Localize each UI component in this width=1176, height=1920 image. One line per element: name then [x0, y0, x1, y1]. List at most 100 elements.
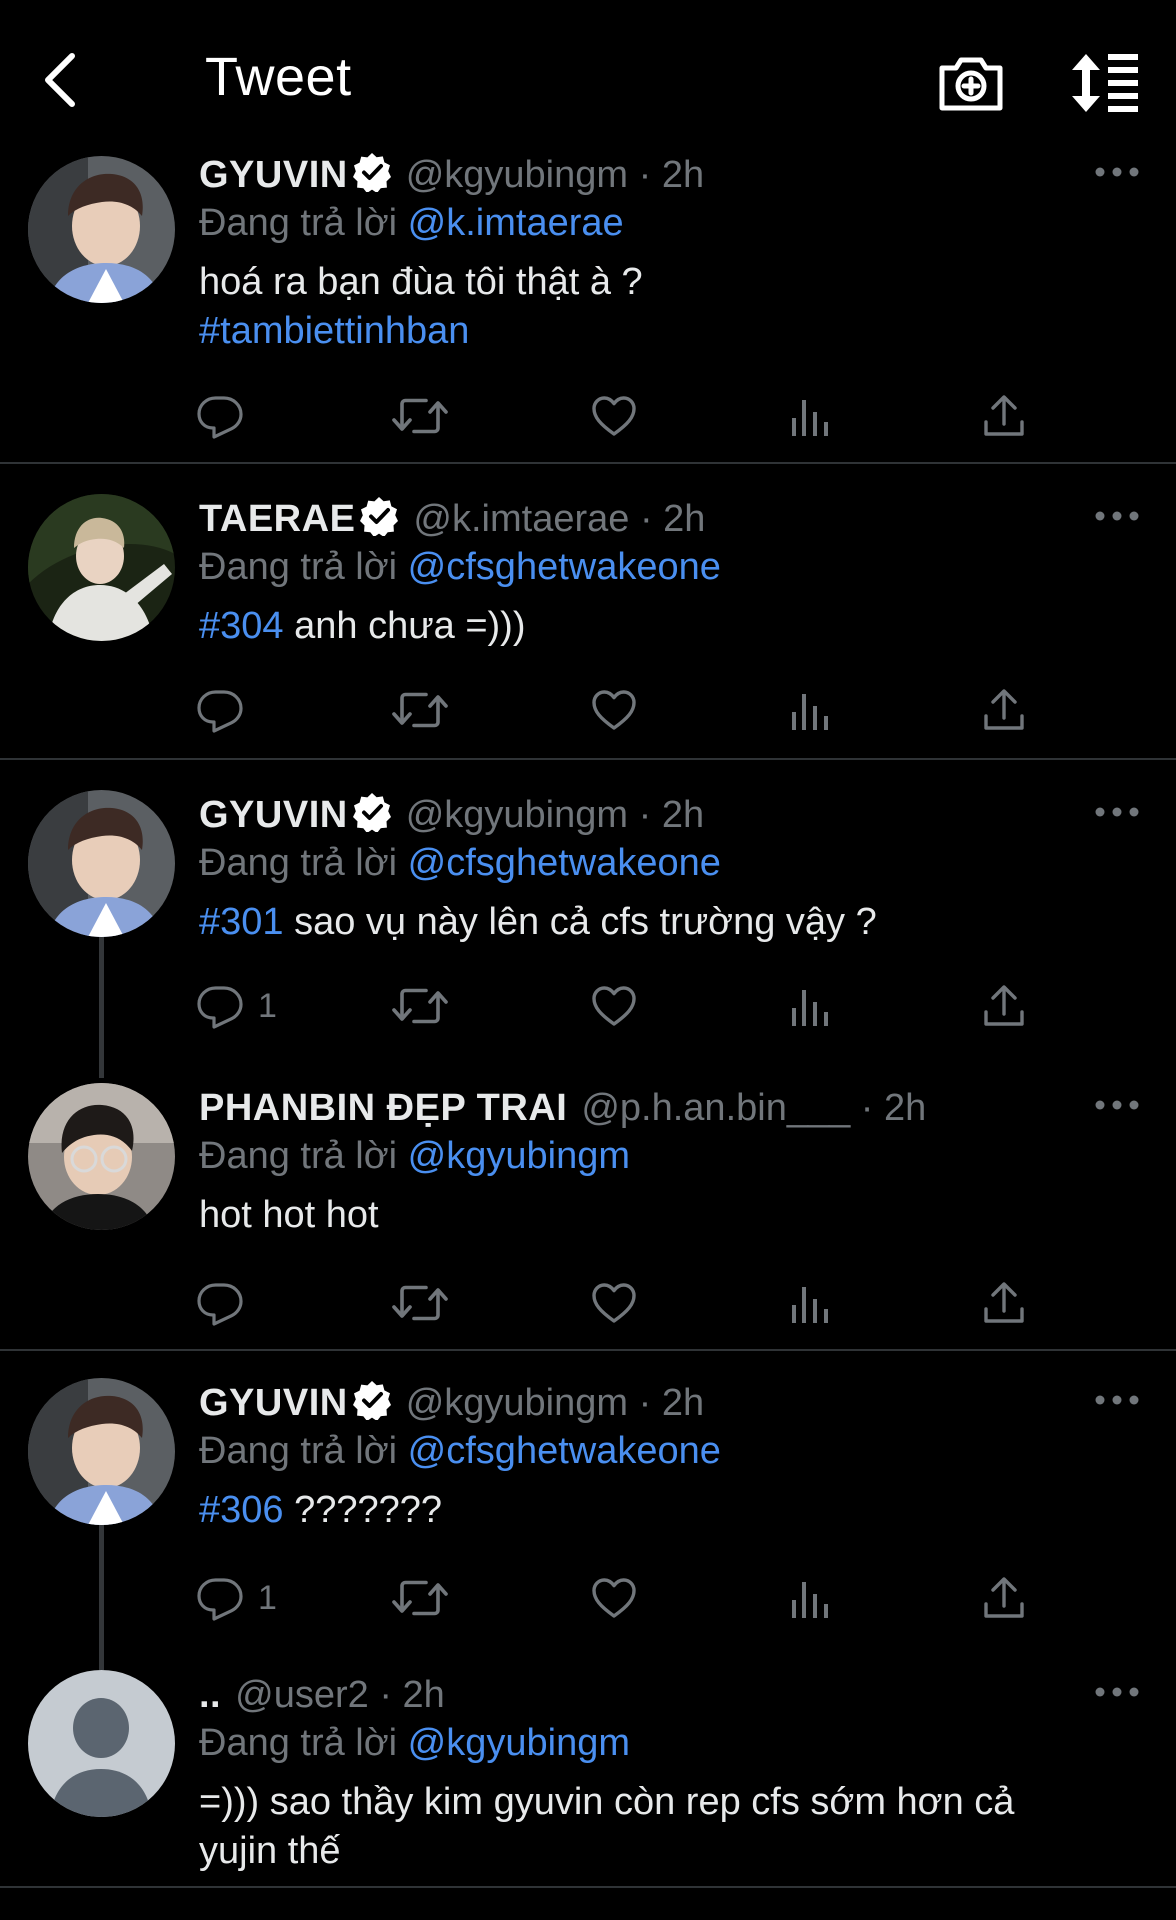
share-button[interactable]: [980, 388, 1028, 444]
display-name[interactable]: GYUVIN: [199, 154, 348, 196]
retweet-button[interactable]: [392, 1275, 448, 1331]
default-avatar[interactable]: [28, 1670, 175, 1817]
display-name[interactable]: GYUVIN: [199, 794, 348, 836]
hashtag-link[interactable]: #306: [199, 1489, 284, 1531]
camera-button[interactable]: [936, 48, 1006, 118]
reply-icon: [196, 1279, 244, 1327]
tweet[interactable]: PHANBIN ĐẸP TRAI @p.h.an.bin___ · 2h Đang…: [0, 1083, 1176, 1349]
reply-count: 1: [258, 986, 277, 1025]
verified-badge-icon: [359, 496, 399, 536]
tweet-text: sao vụ này lên cả cfs trường vậy ?: [283, 901, 877, 943]
retweet-button[interactable]: [392, 388, 448, 444]
tweet[interactable]: GYUVIN @kgyubingm · 2h Đang trả lời @cfsg…: [0, 790, 1176, 1072]
handle-time[interactable]: @p.h.an.bin___ · 2h: [581, 1087, 926, 1129]
sort-button[interactable]: [1066, 48, 1146, 118]
retweet-button[interactable]: [392, 978, 448, 1034]
reply-to-link[interactable]: @kgyubingm: [408, 1135, 630, 1177]
handle-time[interactable]: @kgyubingm · 2h: [406, 1382, 704, 1424]
hashtag-link[interactable]: #304: [199, 605, 284, 647]
tweet-header: .. @user2 · 2h: [199, 1670, 445, 1720]
more-icon[interactable]: [1092, 160, 1142, 184]
tweet-text: anh chưa =))): [283, 605, 526, 647]
divider: [0, 758, 1176, 760]
reply-context: Đang trả lời @cfsghetwakeone: [199, 1428, 721, 1474]
like-button[interactable]: [590, 1275, 638, 1331]
handle-time[interactable]: @kgyubingm · 2h: [406, 794, 704, 836]
tweet-text: hoá ra bạn đùa tôi thật à ?: [199, 261, 643, 303]
handle-time[interactable]: @kgyubingm · 2h: [406, 154, 704, 196]
display-name[interactable]: GYUVIN: [199, 1382, 348, 1424]
avatar[interactable]: [28, 494, 175, 641]
like-button[interactable]: [590, 388, 638, 444]
hashtag-link[interactable]: #tambiettinhban: [199, 307, 1119, 356]
reply-button[interactable]: 1: [196, 978, 277, 1034]
share-button[interactable]: [980, 682, 1028, 738]
tweet-body: =))) sao thầy kim gyuvin còn rep cfs sớm…: [199, 1778, 1119, 1876]
reply-button[interactable]: [196, 1275, 244, 1331]
share-icon: [980, 686, 1028, 734]
reply-to-link[interactable]: @cfsghetwakeone: [408, 546, 721, 588]
reply-button[interactable]: [196, 388, 244, 444]
tweet-actions: [196, 1275, 1056, 1331]
tweet[interactable]: .. @user2 · 2h Đang trả lời @kgyubingm =)…: [0, 1670, 1176, 1920]
reply-to-link[interactable]: @k.imtaerae: [408, 202, 624, 244]
hashtag-link[interactable]: #301: [199, 901, 284, 943]
display-name[interactable]: TAERAE: [199, 498, 355, 540]
reply-button[interactable]: 1: [196, 1570, 277, 1626]
bar-chart-icon: [786, 982, 834, 1030]
verified-badge-icon: [352, 152, 392, 192]
retweet-button[interactable]: [392, 1570, 448, 1626]
back-button[interactable]: [38, 44, 118, 124]
handle-time[interactable]: @user2 · 2h: [235, 1674, 445, 1716]
reply-icon: [196, 686, 244, 734]
analytics-button[interactable]: [786, 978, 834, 1034]
analytics-button[interactable]: [786, 1570, 834, 1626]
verified-badge-icon: [352, 792, 392, 832]
divider: [0, 1349, 1176, 1351]
retweet-button[interactable]: [392, 682, 448, 738]
handle-time[interactable]: @k.imtaerae · 2h: [413, 498, 705, 540]
avatar[interactable]: [28, 156, 175, 303]
analytics-button[interactable]: [786, 682, 834, 738]
reply-to-link[interactable]: @cfsghetwakeone: [408, 842, 721, 884]
like-button[interactable]: [590, 682, 638, 738]
more-icon[interactable]: [1092, 1680, 1142, 1704]
share-button[interactable]: [980, 1570, 1028, 1626]
reply-context: Đang trả lời @k.imtaerae: [199, 200, 624, 246]
like-button[interactable]: [590, 978, 638, 1034]
reply-prefix: Đang trả lời: [199, 842, 398, 884]
tweet-actions: 1: [196, 978, 1056, 1034]
more-icon[interactable]: [1092, 800, 1142, 824]
like-button[interactable]: [590, 1570, 638, 1626]
tweet-body: #304 anh chưa =))): [199, 602, 1119, 651]
reply-icon: [196, 392, 244, 440]
tweet-header: GYUVIN @kgyubingm · 2h: [199, 1378, 704, 1428]
reply-to-link[interactable]: @cfsghetwakeone: [408, 1430, 721, 1472]
reply-prefix: Đang trả lời: [199, 202, 398, 244]
display-name[interactable]: PHANBIN ĐẸP TRAI: [199, 1087, 567, 1129]
analytics-button[interactable]: [786, 388, 834, 444]
reply-to-link[interactable]: @kgyubingm: [408, 1722, 630, 1764]
more-icon[interactable]: [1092, 504, 1142, 528]
avatar[interactable]: [28, 1083, 175, 1230]
share-button[interactable]: [980, 978, 1028, 1034]
tweet-actions: [196, 682, 1056, 738]
reply-button[interactable]: [196, 682, 244, 738]
tweet[interactable]: TAERAE @k.imtaerae · 2h Đang trả lời @cfs…: [0, 494, 1176, 756]
reply-prefix: Đang trả lời: [199, 1430, 398, 1472]
analytics-button[interactable]: [786, 1275, 834, 1331]
more-icon[interactable]: [1092, 1093, 1142, 1117]
heart-icon: [590, 1574, 638, 1622]
tweet[interactable]: GYUVIN @kgyubingm · 2h Đang trả lời @cfsg…: [0, 1378, 1176, 1664]
retweet-icon: [392, 392, 448, 440]
reply-context: Đang trả lời @cfsghetwakeone: [199, 544, 721, 590]
tweet-text: =))) sao thầy kim gyuvin còn rep cfs sớm…: [199, 1781, 1015, 1823]
display-name[interactable]: ..: [199, 1674, 221, 1716]
avatar[interactable]: [28, 1378, 175, 1525]
camera-plus-icon: [939, 57, 1003, 111]
tweet-body: #306 ???????: [199, 1486, 1119, 1535]
avatar[interactable]: [28, 790, 175, 937]
share-button[interactable]: [980, 1275, 1028, 1331]
tweet[interactable]: GYUVIN @kgyubingm · 2h Đang trả lời @k.im…: [0, 150, 1176, 462]
more-icon[interactable]: [1092, 1388, 1142, 1412]
